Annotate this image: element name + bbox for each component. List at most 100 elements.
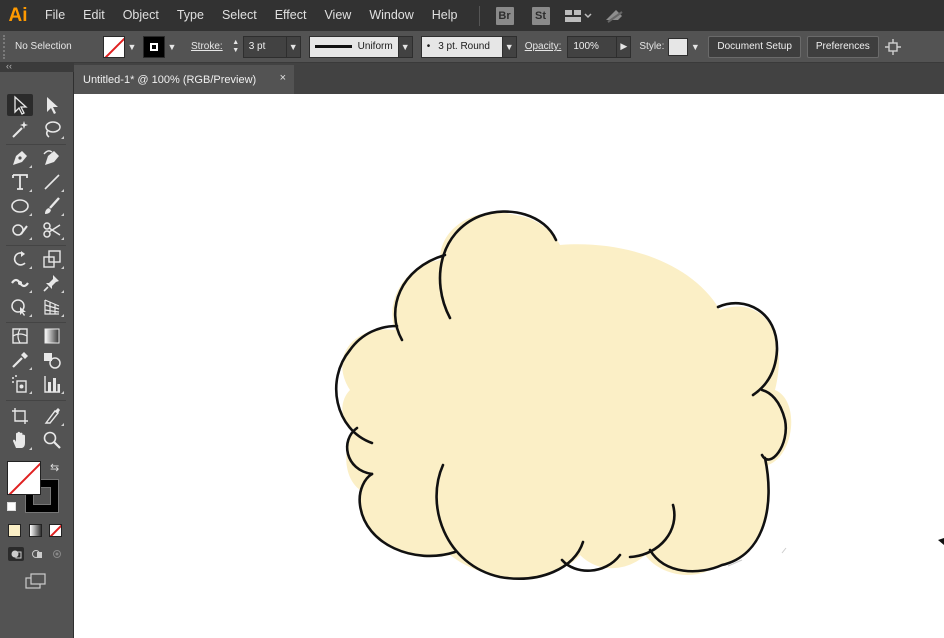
selection-arrow-icon [14,95,28,115]
tool-divider [6,322,66,323]
paintbrush-tool[interactable] [39,195,65,217]
menu-help[interactable]: Help [423,0,467,31]
selection-status: No Selection [15,41,72,52]
rotate-tool[interactable] [7,248,33,270]
align-options-icon[interactable] [884,38,901,55]
stroke-weight-dropdown[interactable]: ▼ [286,35,301,58]
tool-group-indicator [61,314,64,317]
tool-divider [6,245,66,246]
color-mode-button[interactable] [8,524,21,537]
line-segment-tool[interactable] [39,171,65,193]
perspective-grid-tool[interactable] [39,296,65,318]
ellipse-tool[interactable] [7,195,33,217]
bridge-button[interactable]: Br [495,6,514,25]
draw-behind-button[interactable] [29,547,45,561]
panel-grip[interactable] [3,34,9,59]
none-slash-icon [50,525,61,536]
magic-wand-tool[interactable] [7,118,33,140]
screen-mode-icon [25,573,46,589]
change-screen-mode-button[interactable] [24,572,48,590]
scissors-icon [43,222,61,238]
brush-dropdown[interactable]: ▼ [502,35,517,58]
cloud-illustration[interactable] [74,94,944,638]
menu-window[interactable]: Window [360,0,422,31]
mesh-tool[interactable] [7,325,33,347]
pen-tool[interactable] [7,147,33,169]
hand-tool[interactable] [7,429,33,451]
gradient-tool[interactable] [39,325,65,347]
gpu-performance-icon[interactable] [604,8,626,24]
menu-view[interactable]: View [315,0,360,31]
shaper-tool[interactable] [7,219,33,241]
mesh-icon [12,328,28,344]
symbol-sprayer-tool[interactable] [7,373,33,395]
close-tab-icon[interactable]: × [280,72,286,84]
graphic-style-swatch[interactable] [668,37,689,56]
menu-object[interactable]: Object [114,0,168,31]
artboard-canvas[interactable] [74,94,944,638]
stroke-dropdown-arrow[interactable]: ▼ [165,36,179,58]
scale-tool[interactable] [39,248,65,270]
lasso-tool[interactable] [39,118,65,140]
brush-label: 3 pt. Round [438,41,490,52]
puppet-warp-tool[interactable] [39,272,65,294]
selection-tool[interactable] [7,94,33,116]
opacity-arrow[interactable]: ▶ [617,35,632,58]
scissors-tool[interactable] [39,219,65,241]
eyedropper-tool[interactable] [7,349,33,371]
draw-inside-button[interactable] [49,547,65,561]
style-dropdown[interactable]: ▼ [688,36,702,58]
tool-group-indicator [29,367,32,370]
menu-edit[interactable]: Edit [74,0,114,31]
variable-width-profile[interactable]: Uniform [308,35,399,58]
preferences-button[interactable]: Preferences [806,35,879,58]
tool-group-indicator [29,189,32,192]
tool-group-indicator [29,237,32,240]
default-colors-icon[interactable] [7,502,16,511]
opacity-label[interactable]: Opacity: [525,41,562,52]
direct-selection-tool[interactable] [39,94,65,116]
menu-select[interactable]: Select [213,0,266,31]
fill-swatch[interactable] [103,35,125,58]
document-setup-button[interactable]: Document Setup [708,35,801,58]
brush-definition[interactable]: • 3 pt. Round [420,35,503,58]
shape-builder-icon [11,299,26,316]
draw-normal-button[interactable] [8,547,24,561]
menu-file[interactable]: File [36,0,74,31]
ellipse-icon [11,199,29,213]
artboard-tool[interactable] [7,405,33,427]
document-tab[interactable]: Untitled-1* @ 100% (RGB/Preview) × [74,65,294,94]
gradient-mode-button[interactable] [29,524,42,537]
zoom-tool[interactable] [39,429,65,451]
width-tool[interactable] [7,272,33,294]
tool-group-indicator [29,314,32,317]
slice-tool[interactable] [39,405,65,427]
lasso-icon [45,121,61,138]
stroke-swatch[interactable] [143,35,165,58]
type-t-icon [12,174,28,190]
fill-dropdown-arrow[interactable]: ▼ [125,36,139,58]
scale-icon [43,250,61,268]
stroke-weight-field[interactable]: 3 pt [242,35,287,58]
stock-button[interactable]: St [531,6,550,25]
fill-color-box[interactable] [7,461,41,495]
opacity-field[interactable]: 100% [567,35,618,58]
arrange-documents-icon[interactable] [564,9,592,23]
none-mode-button[interactable] [49,524,62,537]
toolbar-collapse-strip[interactable]: ‹‹ [0,61,74,72]
stroke-label[interactable]: Stroke: [191,41,223,52]
pen-nib-icon [13,151,27,165]
tool-divider [6,144,66,145]
column-graph-tool[interactable] [39,373,65,395]
profile-dropdown[interactable]: ▼ [398,35,413,58]
style-label: Style: [639,41,665,52]
shape-builder-tool[interactable] [7,296,33,318]
swap-fill-stroke-icon[interactable]: ⇆ [50,461,59,474]
curvature-tool[interactable] [39,147,65,169]
stroke-weight-stepper[interactable]: ▲ ▼ [229,36,243,58]
menu-effect[interactable]: Effect [266,0,316,31]
blend-tool[interactable] [39,349,65,371]
tool-group-indicator [29,447,32,450]
type-tool[interactable] [7,171,33,193]
menu-type[interactable]: Type [168,0,213,31]
